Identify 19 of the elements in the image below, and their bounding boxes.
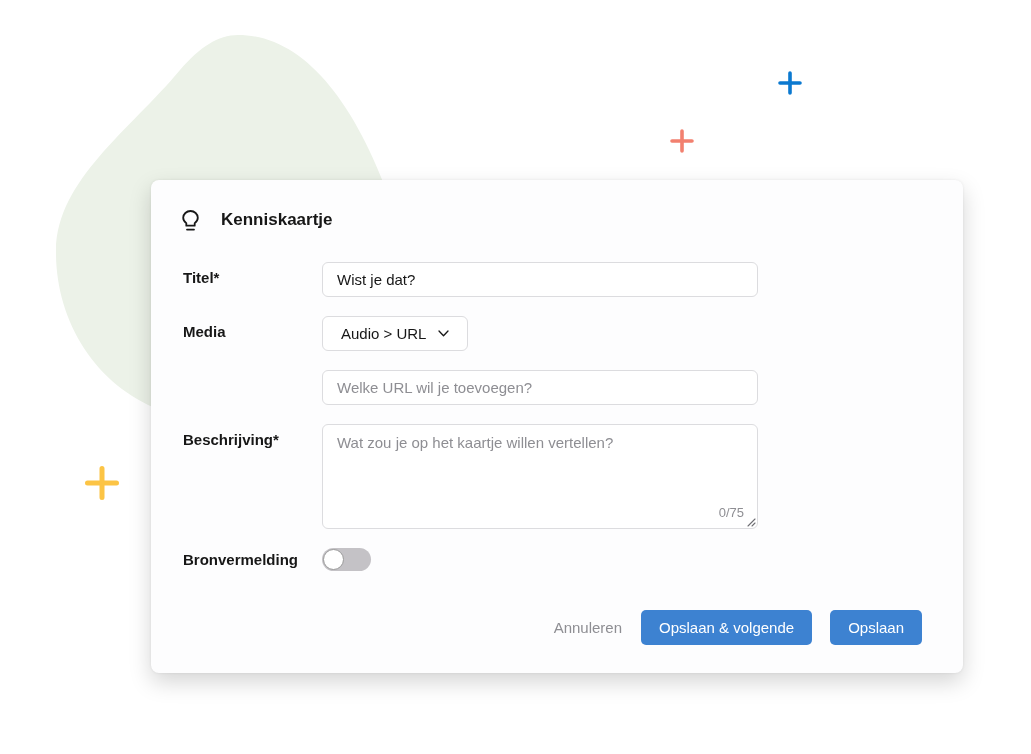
input-field[interactable]: Wist je dat? xyxy=(322,262,758,297)
plus-icon xyxy=(778,71,802,95)
lightbulb-icon xyxy=(182,209,199,231)
field-label: Titel* xyxy=(183,268,220,287)
plain-button[interactable]: Annuleren xyxy=(553,619,622,636)
field-label: Media xyxy=(183,322,226,341)
primary-button[interactable]: Opslaan & volgende xyxy=(641,610,813,645)
plus-icon xyxy=(670,129,694,153)
field-label: Bronvermelding xyxy=(183,550,299,569)
plus-icon xyxy=(85,466,119,500)
resize-handle-icon[interactable] xyxy=(747,518,756,527)
primary-button[interactable]: Opslaan xyxy=(830,610,922,645)
character-counter: 0/75 xyxy=(718,505,744,520)
toggle-switch[interactable] xyxy=(322,548,371,571)
dialog-title: Kenniskaartje xyxy=(221,209,333,231)
input-field[interactable]: Welke URL wil je toevoegen? xyxy=(322,370,758,405)
field-label: Beschrijving* xyxy=(183,430,279,449)
caret-icon xyxy=(438,330,450,337)
dropdown-select[interactable]: Audio > URL xyxy=(322,316,469,351)
